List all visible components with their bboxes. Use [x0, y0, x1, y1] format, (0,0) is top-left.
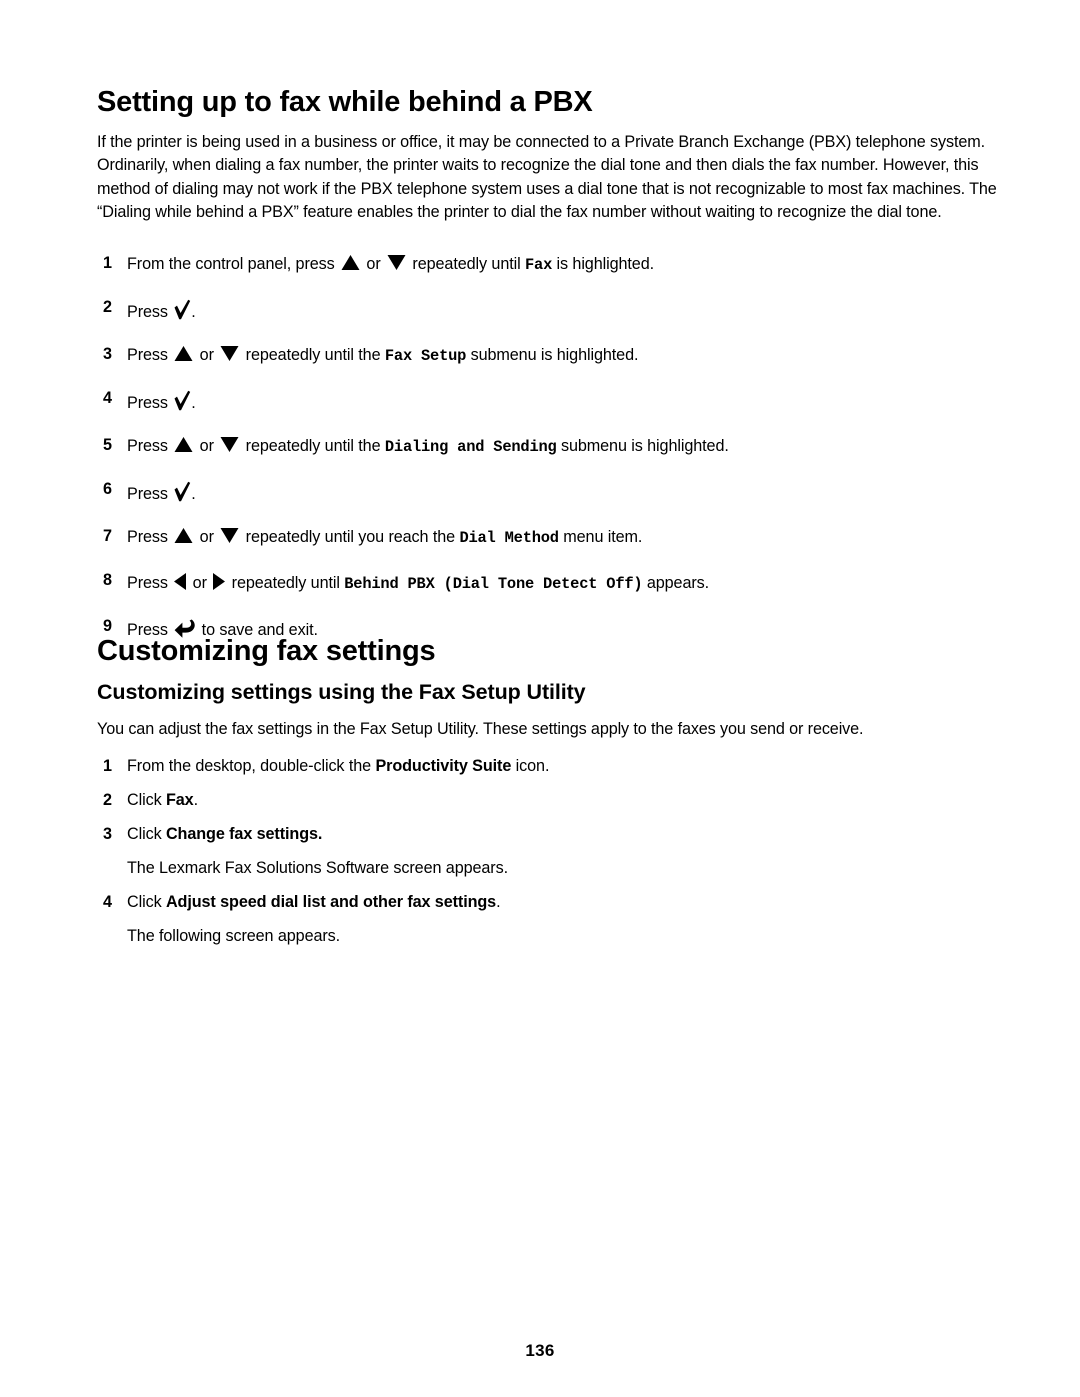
step-text: Press	[127, 485, 173, 503]
step-conjunction: or	[362, 255, 386, 273]
step-number: 4	[103, 389, 112, 407]
up-arrow-icon	[174, 527, 193, 544]
right-arrow-icon	[212, 572, 226, 591]
menu-item-label: Behind PBX (Dial Tone Detect Off)	[344, 575, 643, 593]
section1-step-list: 1 From the control panel, press or repeat…	[97, 252, 1002, 661]
step-text: Press	[127, 346, 173, 364]
step-number: 8	[103, 571, 112, 589]
subsection-title-fax-setup-utility: Customizing settings using the Fax Setup…	[97, 680, 586, 704]
section2-heading-block: Customizing fax settings	[97, 634, 1002, 668]
step-number: 2	[103, 791, 112, 809]
step-number: 1	[103, 757, 112, 775]
step-text: Click	[127, 791, 166, 809]
step-text: Press	[127, 394, 173, 412]
step-number: 1	[103, 254, 112, 272]
step-text: .	[193, 791, 199, 809]
down-arrow-icon	[220, 345, 239, 362]
step-text: .	[191, 485, 196, 503]
step-number: 4	[103, 893, 112, 911]
step-item: 7 Press or repeatedly until you reach the…	[97, 525, 1002, 550]
paragraph-text: You can adjust the fax settings in the F…	[97, 720, 864, 738]
page-number: 136	[525, 1341, 555, 1360]
down-arrow-icon	[387, 254, 406, 271]
menu-item-label: Fax Setup	[384, 347, 467, 365]
step-result-text: The Lexmark Fax Solutions Software scree…	[127, 859, 508, 877]
step-number: 3	[103, 825, 112, 843]
section2-step-list: 1 From the desktop, double-click the Prod…	[97, 755, 1002, 959]
step-number: 3	[103, 345, 112, 363]
step-item: 1 From the control panel, press or repeat…	[97, 252, 1002, 277]
section1-intro-paragraph: If the printer is being used in a busine…	[97, 131, 1005, 225]
section-title-customizing-fax-settings: Customizing fax settings	[97, 635, 436, 667]
section2-subheading-block: Customizing settings using the Fax Setup…	[97, 679, 1002, 705]
page-title: Setting up to fax while behind a PBX	[97, 86, 593, 118]
step-number: 2	[103, 298, 112, 316]
menu-item-label: Dial Method	[459, 529, 559, 547]
step-text: .	[496, 893, 501, 911]
step-text: submenu is highlighted.	[556, 437, 729, 455]
step-item: 6 Press .	[97, 478, 1002, 506]
step-item: 4 Click Adjust speed dial list and other …	[97, 891, 1002, 914]
check-icon	[174, 481, 191, 502]
step-conjunction: or	[195, 437, 219, 455]
step-text: Click	[127, 893, 166, 911]
left-arrow-icon	[173, 572, 187, 591]
menu-item-label: Dialing and Sending	[384, 438, 557, 456]
step-number: 7	[103, 527, 112, 545]
step-text: repeatedly until	[408, 255, 526, 273]
up-arrow-icon	[341, 254, 360, 271]
step-text: repeatedly until the	[241, 346, 385, 364]
step-text: repeatedly until you reach the	[241, 528, 460, 546]
step-conjunction: or	[195, 528, 219, 546]
step-text: repeatedly until the	[241, 437, 385, 455]
step-text: Click	[127, 825, 166, 843]
step-text: Press	[127, 528, 173, 546]
step-item: 3 Click Change fax settings.	[97, 823, 1002, 846]
paragraph-text: If the printer is being used in a busine…	[97, 133, 997, 222]
ui-control-label: Adjust speed dial list and other fax set…	[165, 893, 497, 911]
step-text: .	[191, 303, 196, 321]
step-item: 4 Press .	[97, 387, 1002, 415]
step-item: 8 Press or repeatedly until Behind PBX (D…	[97, 569, 1002, 596]
up-arrow-icon	[174, 436, 193, 453]
step-text: Press	[127, 303, 173, 321]
step-text: Press	[127, 437, 173, 455]
step-item: 5 Press or repeatedly until the Dialing a…	[97, 434, 1002, 459]
step-item: 2 Click Fax.	[97, 789, 1002, 812]
ui-control-label: Productivity Suite	[375, 757, 512, 775]
ui-control-label: Fax	[165, 791, 194, 809]
menu-item-label: Fax	[525, 256, 553, 274]
step-text: From the desktop, double-click the	[127, 757, 376, 775]
step-text: repeatedly until	[227, 574, 345, 592]
up-arrow-icon	[174, 345, 193, 362]
step-item: 3 Press or repeatedly until the Fax Setup…	[97, 343, 1002, 368]
step-text: appears.	[642, 574, 710, 592]
down-arrow-icon	[220, 527, 239, 544]
step-number: 5	[103, 436, 112, 454]
down-arrow-icon	[220, 436, 239, 453]
step-item: 1 From the desktop, double-click the Prod…	[97, 755, 1002, 778]
step-item: 2 Press .	[97, 296, 1002, 324]
check-icon	[174, 390, 191, 411]
document-page: Setting up to fax while behind a PBX If …	[0, 0, 1080, 1397]
step-text: icon.	[511, 757, 550, 775]
step-text: .	[191, 394, 196, 412]
section1-heading-block: Setting up to fax while behind a PBX	[97, 85, 1002, 119]
ui-control-label: Change fax settings.	[165, 825, 323, 843]
step-conjunction: or	[188, 574, 212, 592]
step-text: Press	[127, 574, 173, 592]
step-text: is highlighted.	[552, 255, 655, 273]
check-icon	[174, 299, 191, 320]
step-text: menu item.	[558, 528, 643, 546]
step-result-text: The following screen appears.	[127, 927, 341, 945]
step-number: 6	[103, 480, 112, 498]
step-text: submenu is highlighted.	[466, 346, 639, 364]
step-text: From the control panel, press	[127, 255, 340, 273]
step-conjunction: or	[195, 346, 219, 364]
section2-intro-paragraph: You can adjust the fax settings in the F…	[97, 718, 1005, 741]
